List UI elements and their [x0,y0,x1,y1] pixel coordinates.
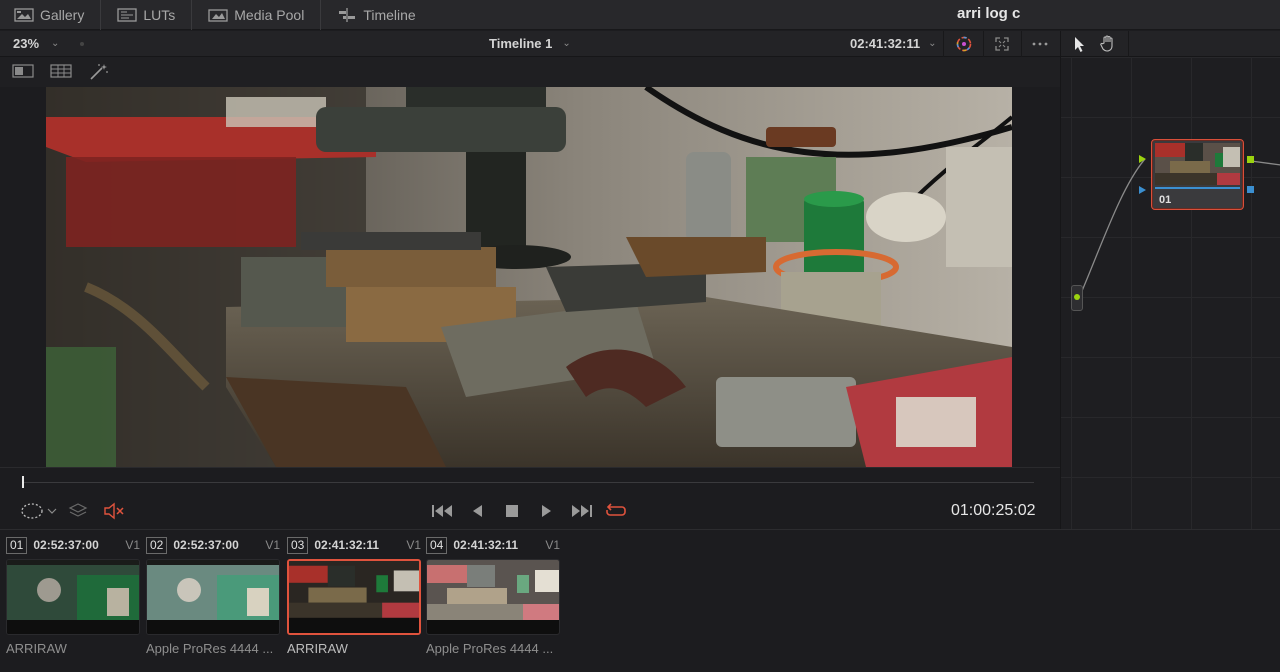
clip-item[interactable]: 01 02:52:37:00 V1 ARRIRAW [6,536,140,656]
playhead[interactable] [22,476,24,488]
chevron-down-icon: ⌄ [928,38,937,49]
source-timecode-dropdown[interactable]: 02:41:32:11 ⌄ [850,36,937,51]
clip-track: V1 [406,538,421,552]
viewer-frame-image [46,87,1012,467]
play-reverse-icon[interactable] [470,503,484,519]
record-timecode: 01:00:25:02 [951,502,1036,519]
node-label: 01 [1159,194,1172,206]
viewer-tool-row [0,57,1060,87]
timeline-dropdown[interactable]: Timeline 1 ⌄ [489,36,571,51]
tab-timeline[interactable]: Timeline [321,0,431,30]
clip-number: 01 [6,536,28,554]
clip-strip: 01 02:52:37:00 V1 ARRIRAW 02 02:52:37:00… [0,529,1280,672]
scrubber-track[interactable] [22,482,1034,483]
node-thumbnail [1155,143,1240,185]
clip-timecode: 02:52:37:00 [173,538,239,552]
clip-timecode: 02:52:37:00 [33,538,99,552]
go-to-end-icon[interactable] [570,502,594,520]
node-connections [1078,155,1280,299]
clip-number: 04 [426,536,448,554]
gallery-icon [14,7,34,22]
corrector-node[interactable]: 01 [1151,139,1244,210]
clip-track: V1 [265,538,280,552]
tab-media-pool-label: Media Pool [234,6,305,23]
clip-item[interactable]: 02 02:52:37:00 V1 Apple ProRes 4444 ... [146,536,280,656]
source-timecode: 02:41:32:11 [850,36,921,51]
node-editor[interactable]: 01 [1060,57,1280,529]
chevron-down-icon: ⌄ [51,38,60,49]
top-menu-bar: Gallery LUTs Media Pool Timeline arri lo… [0,0,1280,30]
go-to-start-icon[interactable] [430,502,454,520]
clip-codec: Apple ProRes 4444 ... [426,641,554,656]
node-editor-header [1060,31,1280,57]
clip-number: 02 [146,536,168,554]
timeline-scrubber[interactable] [0,467,1060,495]
hand-tool-icon[interactable] [1099,34,1117,53]
tab-luts[interactable]: LUTs [101,0,193,30]
color-wheel-icon[interactable] [955,35,973,53]
zoom-dropdown[interactable]: 23% ⌄ [13,36,59,51]
pointer-tool-icon[interactable] [1071,35,1087,53]
highlight-mode-icon[interactable] [20,501,60,521]
stop-icon[interactable] [505,504,519,518]
luts-icon [117,7,138,22]
divider [983,31,984,57]
clip-codec: ARRIRAW [6,641,67,656]
fullscreen-icon[interactable] [993,35,1011,53]
play-icon[interactable] [540,503,554,519]
divider [1021,31,1022,57]
clip-track: V1 [125,538,140,552]
transport-controls: 01:00:25:02 [0,495,1060,529]
clip-track: V1 [545,538,560,552]
tab-gallery[interactable]: Gallery [0,0,102,30]
clip-thumbnail[interactable] [426,559,560,635]
clip-thumbnail[interactable] [287,559,421,635]
clip-thumbnail[interactable] [6,559,140,635]
node-input-handle[interactable] [1071,285,1083,311]
tab-luts-label: LUTs [143,6,176,23]
project-title: arri log c [957,5,1021,22]
divider [1128,31,1129,57]
layers-icon[interactable] [68,501,88,521]
divider [943,31,944,57]
clip-codec: ARRIRAW [287,641,348,656]
clip-codec: Apple ProRes 4444 ... [146,641,274,656]
loop-icon[interactable] [604,501,628,521]
clip-number: 03 [287,536,309,554]
timeline-name: Timeline 1 [489,36,553,51]
split-screen-icon[interactable] [12,63,34,79]
media-pool-icon [208,8,228,22]
viewer-header: 23% ⌄ Timeline 1 ⌄ 02:41:32:11 ⌄ [0,31,1060,57]
mute-audio-icon[interactable] [103,501,125,521]
grid-view-icon[interactable] [50,63,72,79]
clip-thumbnail[interactable] [146,559,280,635]
tab-timeline-label: Timeline [363,6,416,23]
clip-item-selected[interactable]: 03 02:41:32:11 V1 ARRIRAW [287,536,421,656]
clip-timecode: 02:41:32:11 [314,538,380,552]
chevron-down-icon: ⌄ [562,38,571,49]
viewer-dot-indicator [80,42,84,46]
tab-gallery-label: Gallery [40,6,85,23]
clip-item[interactable]: 04 02:41:32:11 V1 Apple ProRes 4444 ... [426,536,560,656]
clip-timecode: 02:41:32:11 [453,538,519,552]
more-options-icon[interactable] [1031,35,1049,53]
zoom-value: 23% [13,36,40,51]
magic-wand-icon[interactable] [88,63,110,81]
timeline-icon [339,7,356,22]
viewer-panel[interactable] [0,87,1060,467]
tab-media-pool[interactable]: Media Pool [192,0,322,30]
node-status-bar [1155,187,1240,189]
